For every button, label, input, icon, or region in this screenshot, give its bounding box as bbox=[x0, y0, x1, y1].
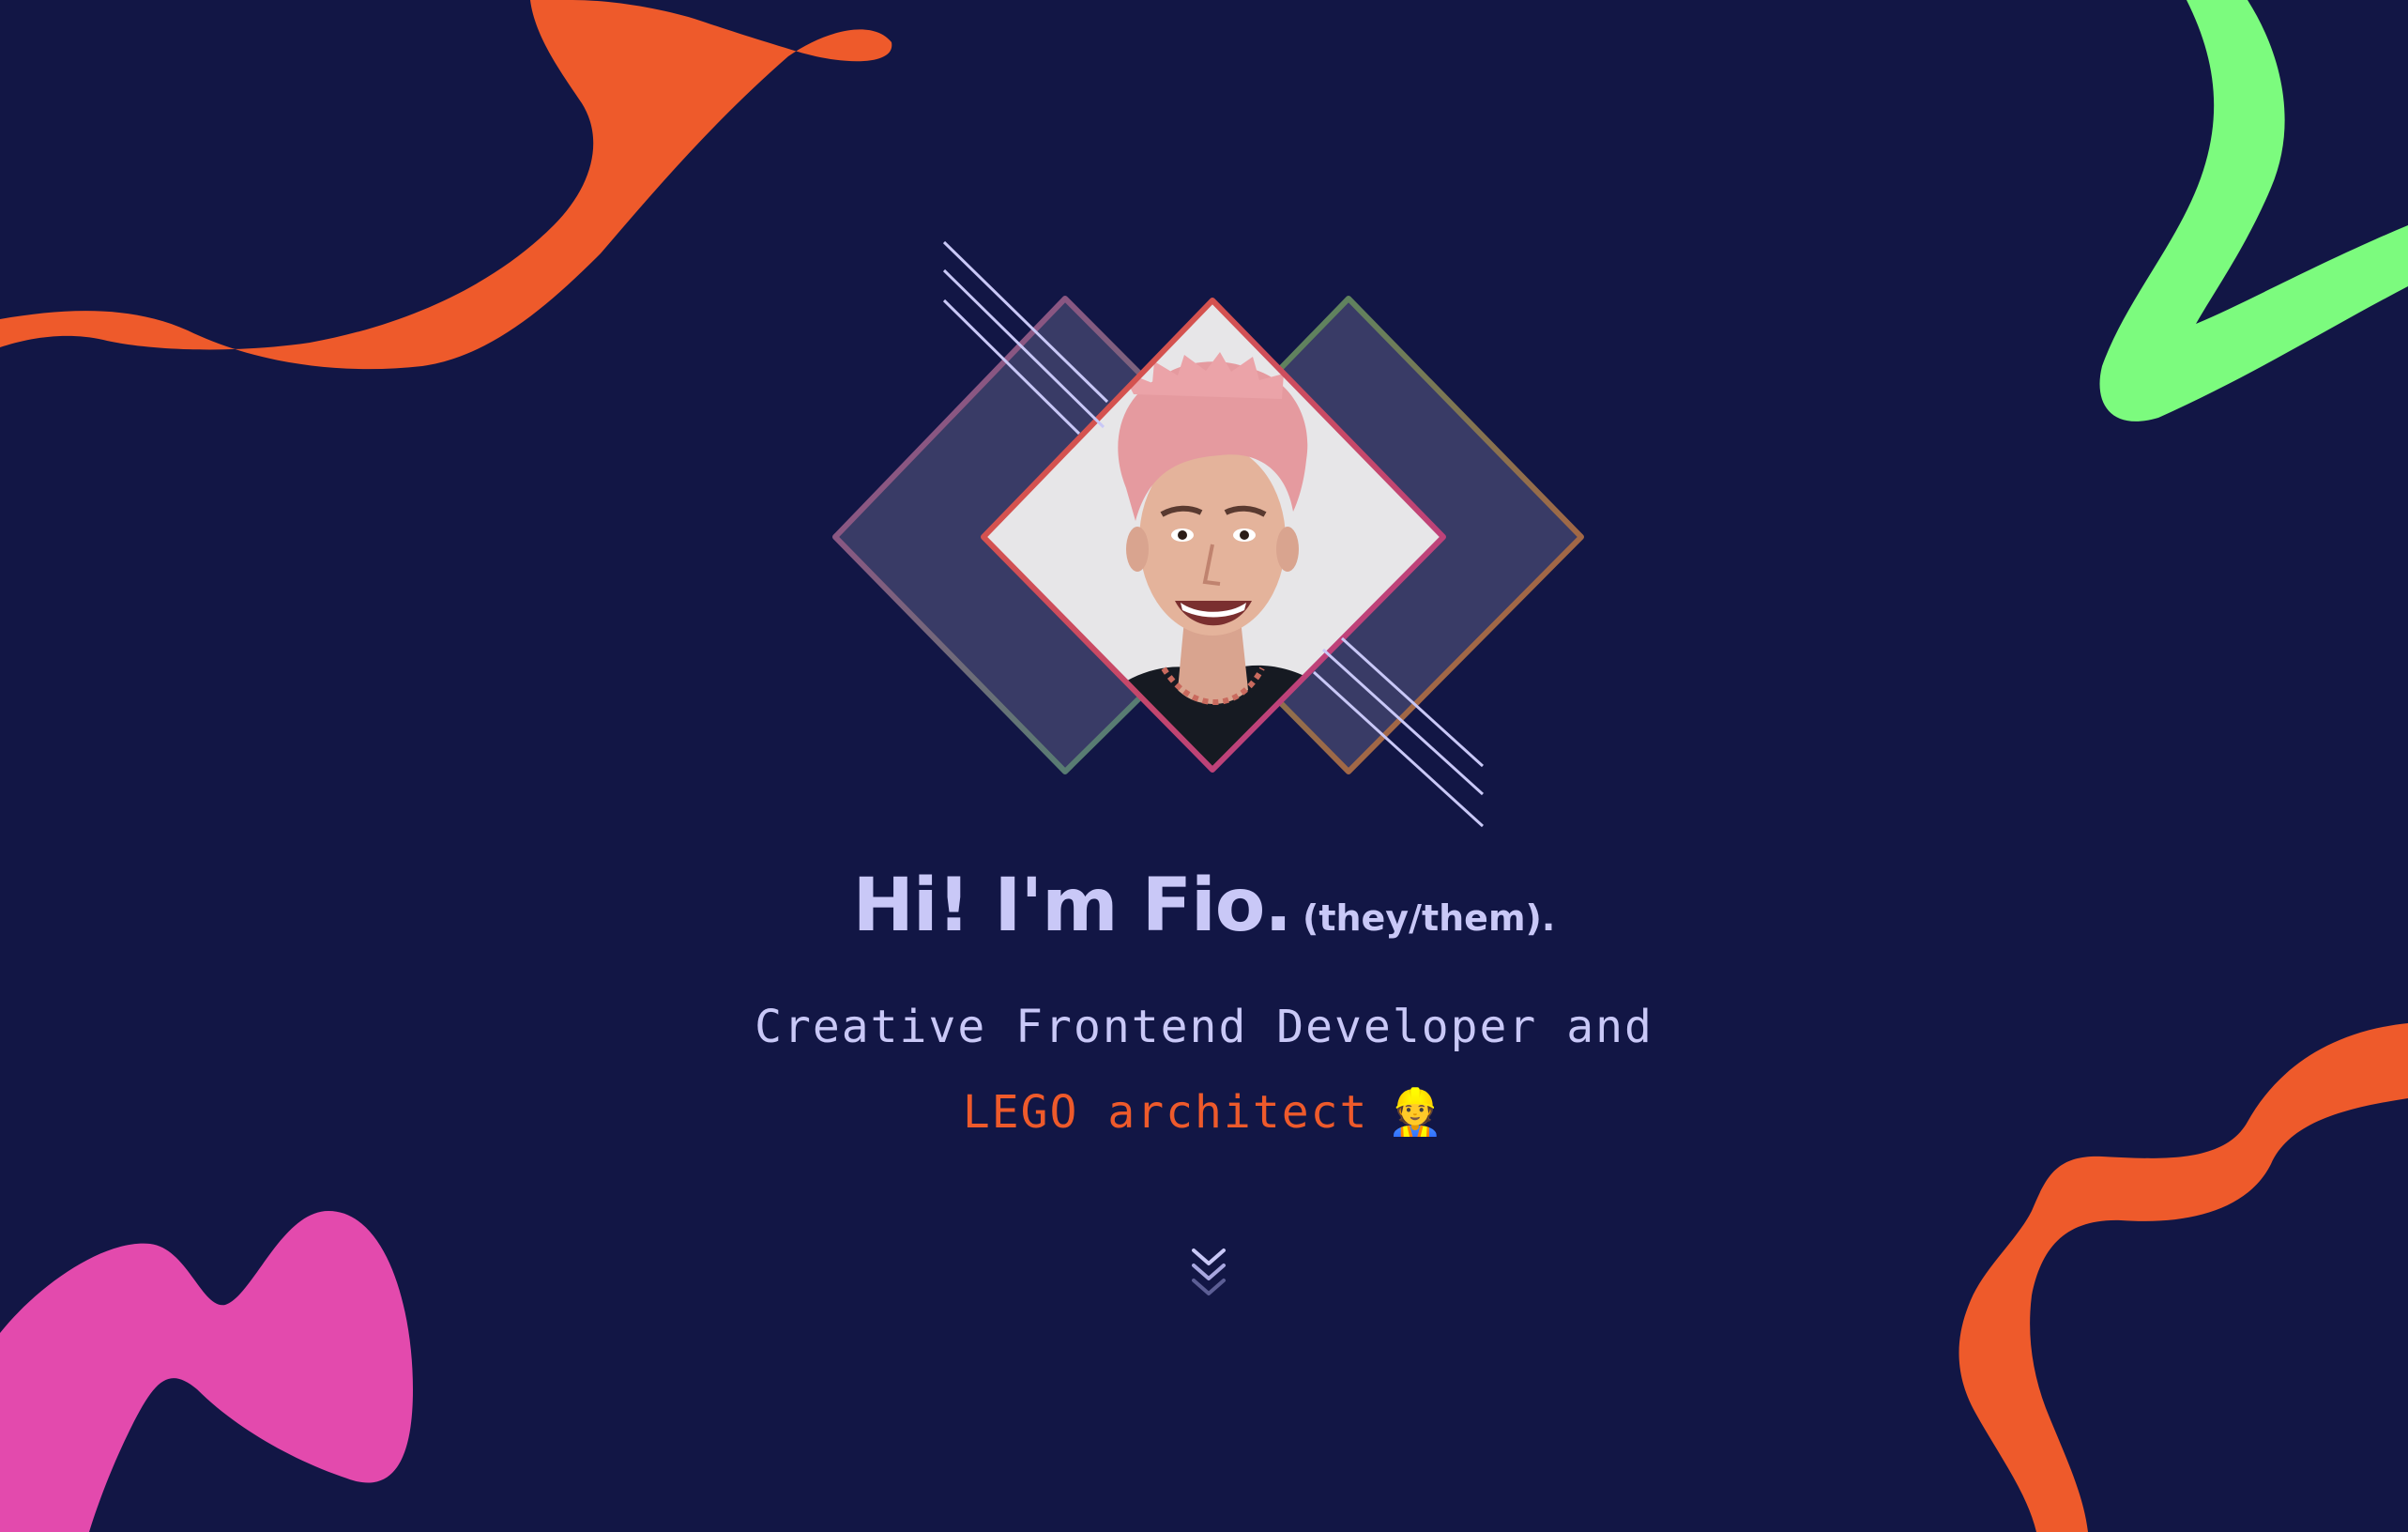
hero-subtitle-highlight-line: LEGO architect 👷 bbox=[0, 1085, 2408, 1139]
hero-subtitle: Creative Frontend Developer and bbox=[754, 1001, 1654, 1053]
decorative-lines-top bbox=[942, 240, 1109, 436]
orange-ribbon-top-left bbox=[0, 0, 892, 370]
lego-architect-text: LEGO architect bbox=[962, 1086, 1369, 1139]
scroll-down-button[interactable] bbox=[1175, 1241, 1242, 1309]
decorative-lines-bottom bbox=[1312, 636, 1485, 828]
hero-heading: Hi! I'm Fio. (they/them). bbox=[0, 864, 2408, 948]
construction-worker-emoji: 👷 bbox=[1387, 1086, 1446, 1139]
greeting-text: Hi! I'm Fio. bbox=[852, 864, 1292, 948]
pink-blob-bottom-left bbox=[0, 1211, 413, 1532]
profile-photo bbox=[983, 300, 1443, 770]
center-diamond-frame bbox=[981, 298, 1446, 773]
right-diamond bbox=[1114, 296, 1584, 774]
pronouns-text: (they/them). bbox=[1302, 897, 1556, 939]
chevrons-down-icon bbox=[1192, 1249, 1226, 1295]
green-squiggle-top-right bbox=[2099, 0, 2408, 421]
left-diamond bbox=[832, 296, 1305, 774]
